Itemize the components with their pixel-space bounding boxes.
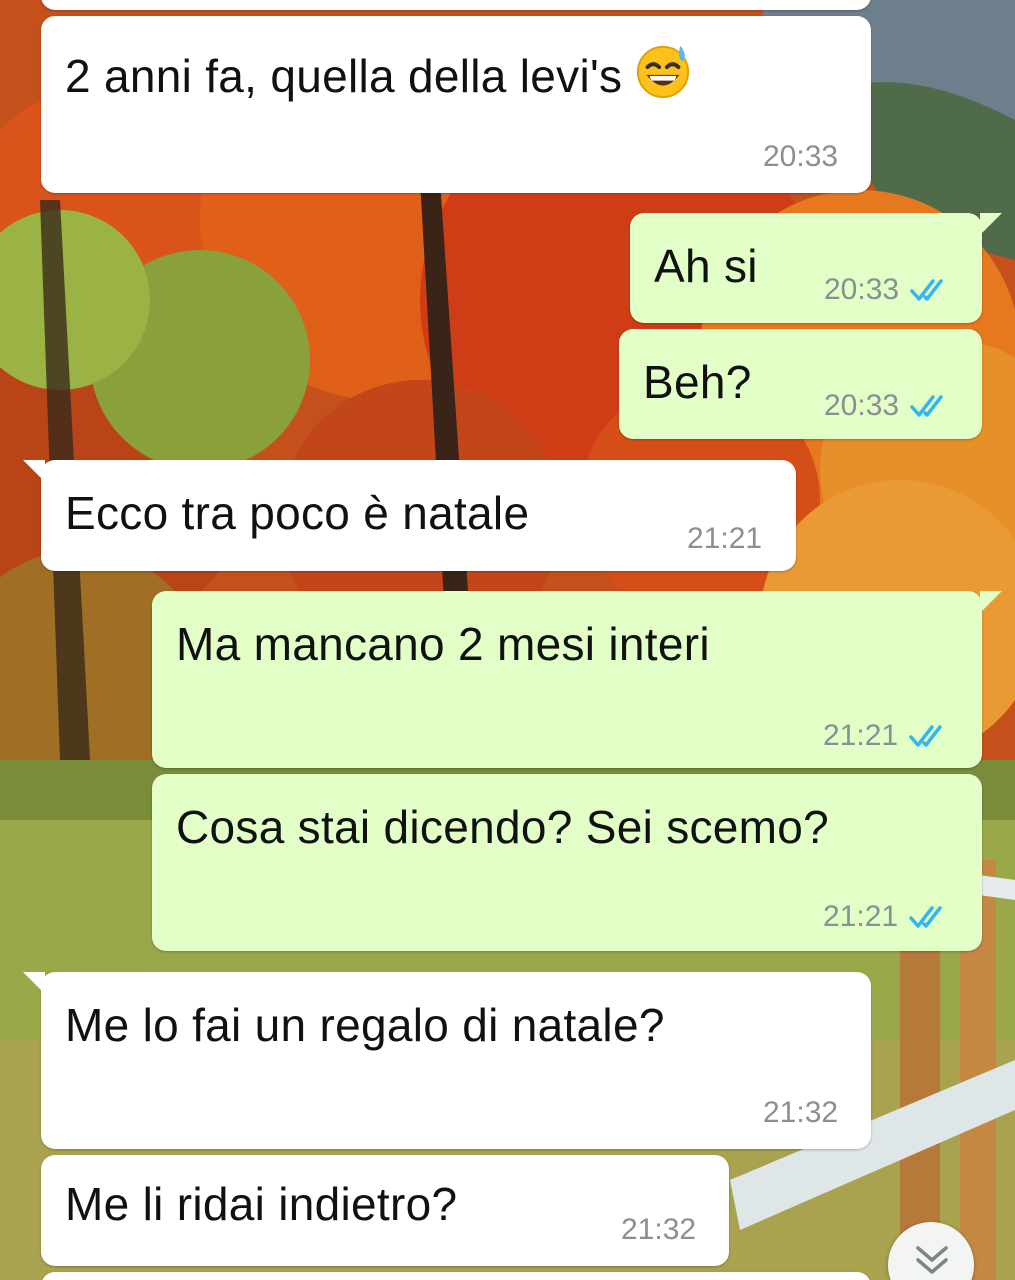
message-text: Cosa stai dicendo? Sei scemo? [176, 801, 830, 853]
grinning-face-with-sweat-icon [637, 45, 690, 99]
message-meta: 21:21 [823, 719, 948, 753]
message-text: Me li ridai indietro? [65, 1178, 458, 1230]
message-meta: 20:33 [824, 389, 949, 423]
message-bubble-outgoing[interactable]: Ma mancano 2 mesi interi 21:21 [152, 591, 1002, 768]
message-meta: 21:32 [621, 1213, 696, 1247]
message-bubble-incoming[interactable]: Me lo fai un regalo di natale? 21:32 [23, 972, 871, 1149]
message-bubble-outgoing[interactable]: Beh? 20:33 [619, 329, 982, 439]
message-text: 2 anni fa, quella della levi's [65, 42, 692, 103]
message-meta: 20:33 [824, 273, 949, 307]
message-bubble-outgoing[interactable]: Cosa stai dicendo? Sei scemo? 21:21 [152, 774, 982, 951]
message-text: Ecco tra poco è natale [65, 487, 530, 539]
message-bubble-incoming-partial[interactable] [41, 1272, 871, 1280]
message-timestamp: 20:33 [763, 140, 839, 173]
message-timestamp: 21:21 [823, 719, 899, 752]
read-receipt-double-check-icon [909, 725, 942, 747]
message-bubble-incoming[interactable]: Ecco tra poco è natale 21:21 [23, 460, 796, 571]
message-meta: 21:21 [823, 900, 948, 934]
read-receipt-double-check-icon [910, 279, 943, 301]
message-meta: 21:21 [687, 522, 762, 556]
message-meta: 21:32 [763, 1096, 838, 1130]
bubble-tail [980, 213, 1002, 235]
message-meta: 20:33 [763, 140, 838, 174]
read-receipt-double-check-icon [910, 395, 943, 417]
bubble-tail [980, 591, 1002, 613]
bubble-tail [23, 460, 45, 482]
message-timestamp: 20:33 [824, 273, 900, 306]
message-text: Me lo fai un regalo di natale? [65, 999, 665, 1051]
read-receipt-double-check-icon [909, 906, 942, 928]
message-bubble-incoming[interactable]: Me li ridai indietro? 21:32 [41, 1155, 729, 1266]
message-text: Beh? [643, 356, 752, 408]
message-timestamp: 21:21 [823, 900, 899, 933]
message-bubble-outgoing[interactable]: Ah si 20:33 [630, 213, 1002, 323]
message-timestamp: 21:32 [763, 1096, 839, 1129]
message-timestamp: 21:32 [621, 1213, 697, 1246]
message-bubble-incoming[interactable]: 2 anni fa, quella della levi's 20:33 [41, 16, 871, 193]
message-text: Ma mancano 2 mesi interi [176, 618, 710, 670]
bubble-tail [23, 972, 45, 994]
message-text: Ah si [654, 240, 758, 292]
double-chevron-down-icon [916, 1246, 948, 1274]
message-timestamp: 20:33 [824, 389, 900, 422]
message-bubble-incoming-partial[interactable] [41, 0, 871, 10]
message-timestamp: 21:21 [687, 522, 763, 555]
